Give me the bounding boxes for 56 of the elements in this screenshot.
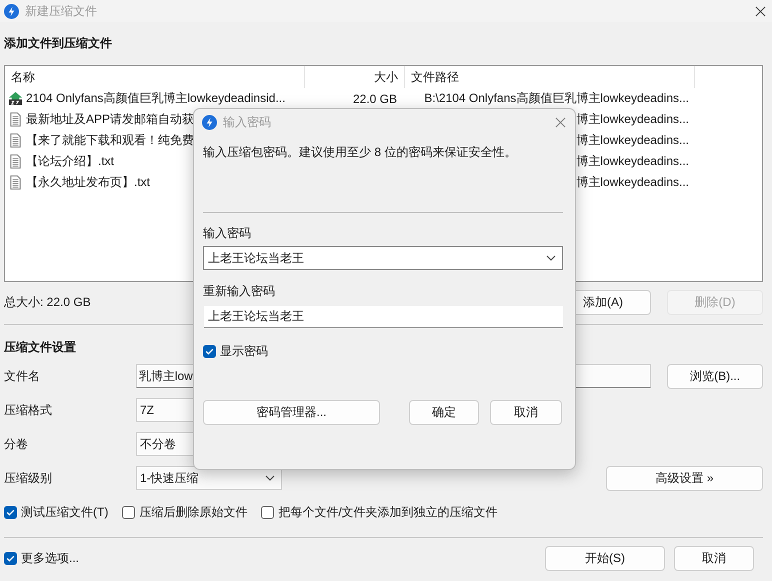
text-file-icon xyxy=(8,154,23,169)
chevron-down-icon xyxy=(546,255,556,261)
advanced-settings-button[interactable]: 高级设置 » xyxy=(606,466,763,490)
close-icon[interactable] xyxy=(755,6,766,16)
field-label: 压缩级别 xyxy=(4,470,53,486)
option-label: 显示密码 xyxy=(220,342,268,360)
app-logo-icon xyxy=(4,4,19,18)
text-file-icon xyxy=(8,133,23,148)
total-size: 总大小: 22.0 GB xyxy=(4,294,92,310)
file-path: 博主lowkeydeadins... xyxy=(576,174,689,191)
field-label: 分卷 xyxy=(4,436,29,452)
dialog-button[interactable]: 密码管理器... xyxy=(203,400,380,425)
checkbox[interactable] xyxy=(261,506,274,518)
file-name[interactable]: 【论坛介绍】.txt xyxy=(26,153,114,170)
app-logo-icon xyxy=(202,115,217,130)
checkbox[interactable] xyxy=(203,344,216,358)
section-heading: 压缩文件设置 xyxy=(4,339,76,356)
text-file-icon xyxy=(8,175,23,190)
input-field[interactable]: 上老王论坛当老王 xyxy=(204,306,563,328)
file-name[interactable]: 最新地址及APP请发邮箱自动获 xyxy=(26,111,194,128)
footer-button[interactable]: 取消 xyxy=(674,546,754,570)
option-label: 压缩后删除原始文件 xyxy=(139,504,248,520)
option-label: 把每个文件/文件夹添加到独立的压缩文件 xyxy=(278,504,498,520)
text-file-icon xyxy=(8,112,23,127)
file-path: B:\2104 Onlyfans高颜值巨乳博主lowkeydeadins... xyxy=(424,90,689,107)
file-name[interactable]: 【永久地址发布页】.txt xyxy=(26,174,150,191)
file-name[interactable]: 2104 Onlyfans高颜值巨乳博主lowkeydeadinsid... xyxy=(26,90,286,107)
dialog-title: 输入密码 xyxy=(223,114,271,131)
field-label: 文件名 xyxy=(4,368,41,384)
dialog-description: 输入压缩包密码。建议使用至少 8 位的密码来保证安全性。 xyxy=(203,144,518,161)
section-heading: 添加文件到压缩文件 xyxy=(4,35,112,52)
column-header[interactable]: 文件路径 xyxy=(405,66,695,88)
field-label: 压缩格式 xyxy=(4,402,53,418)
dialog-button[interactable]: 取消 xyxy=(490,400,562,425)
checkbox[interactable] xyxy=(4,552,17,564)
field-label: 输入密码 xyxy=(203,225,252,242)
option-label: 测试压缩文件(T) xyxy=(21,504,108,520)
column-header[interactable]: 大小 xyxy=(305,66,405,88)
archive-icon xyxy=(8,91,23,106)
option-label: 更多选项... xyxy=(21,550,80,566)
dialog-button[interactable]: 确定 xyxy=(409,400,479,425)
browse-button[interactable]: 浏览(B)... xyxy=(667,364,764,388)
chevron-down-icon xyxy=(265,475,275,481)
dropdown[interactable]: 1-快速压缩 xyxy=(136,466,282,490)
file-name[interactable]: 【来了就能下载和观看！纯免费 xyxy=(26,132,194,149)
file-path: 博主lowkeydeadins... xyxy=(576,132,689,149)
column-header[interactable]: 名称 xyxy=(5,66,305,88)
field-label: 重新输入密码 xyxy=(203,283,276,300)
file-path: 博主lowkeydeadins... xyxy=(576,111,689,128)
password-combo-field[interactable]: 上老王论坛当老王 xyxy=(203,246,563,270)
checkbox[interactable] xyxy=(4,506,17,518)
checkbox[interactable] xyxy=(122,506,136,518)
file-size: 22.0 GB xyxy=(352,92,397,106)
window-title: 新建压缩文件 xyxy=(25,2,97,20)
file-path: 博主lowkeydeadins... xyxy=(576,153,689,170)
footer-button[interactable]: 开始(S) xyxy=(545,546,665,570)
